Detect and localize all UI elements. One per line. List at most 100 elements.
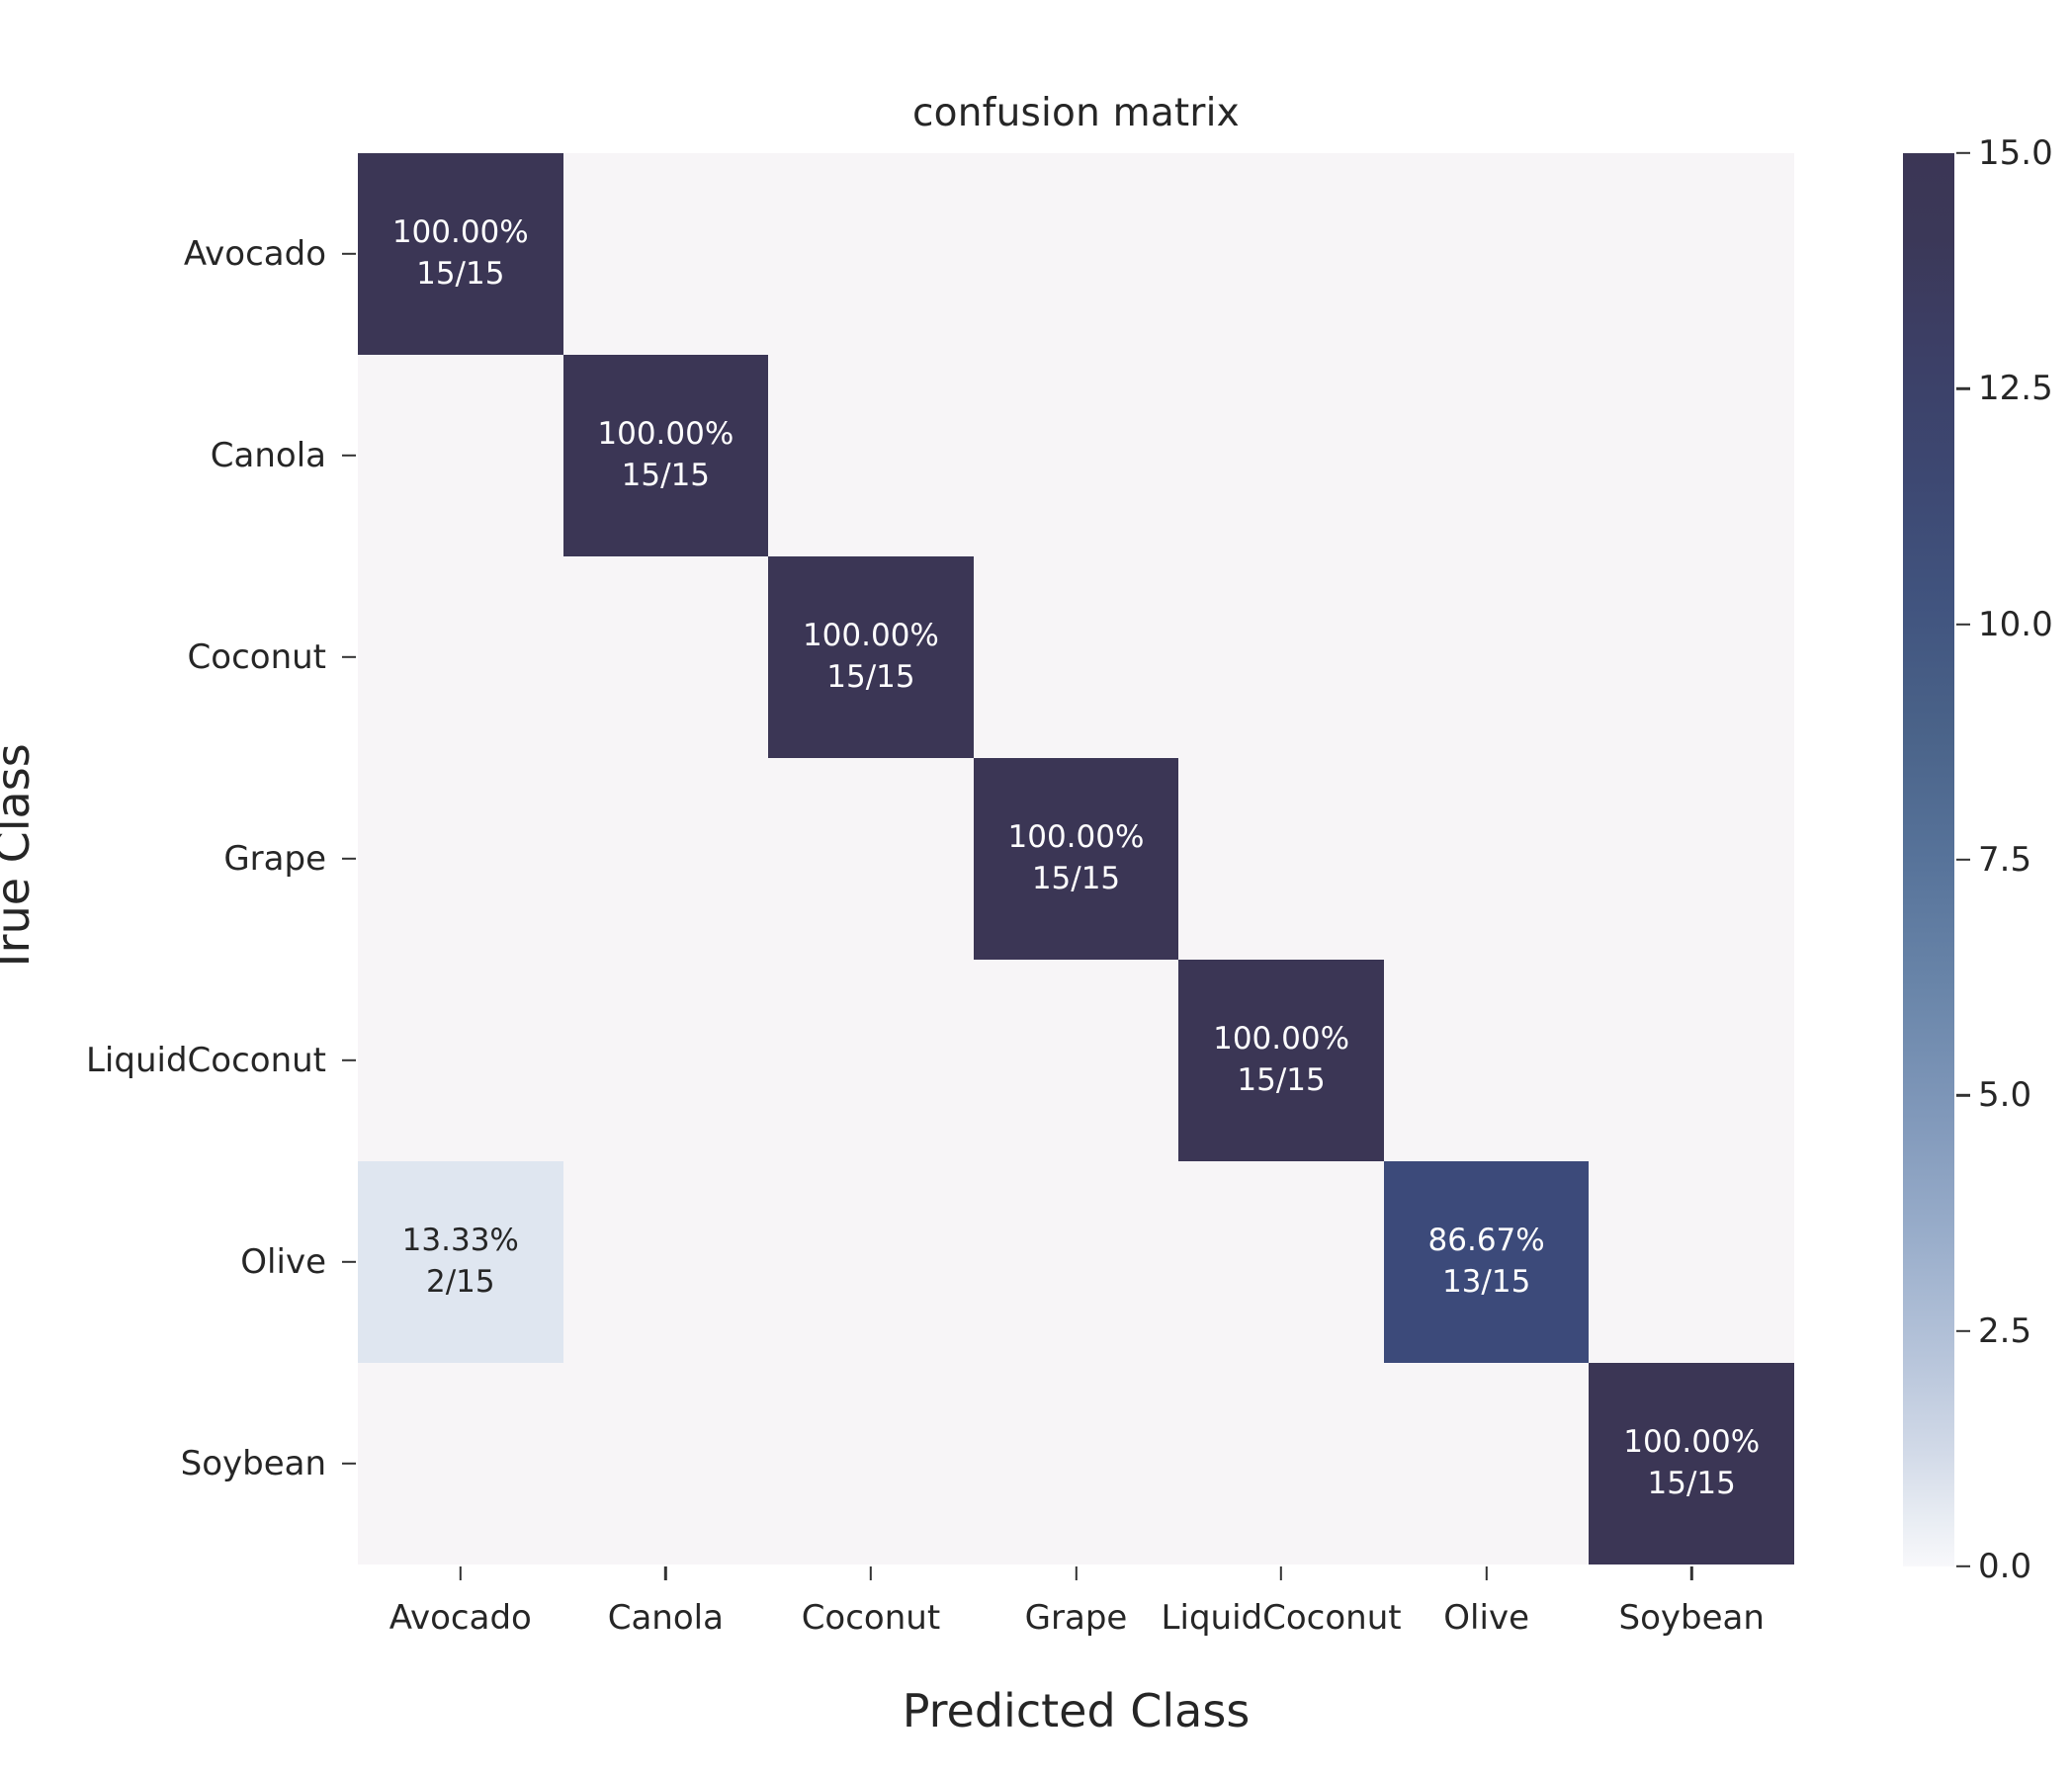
colorbar-tick-mark [1956,858,1970,862]
cell-fraction: 15/15 [1031,861,1121,896]
colorbar-tick-label: 5.0 [1978,1075,2032,1116]
heatmap-cell [562,1161,769,1363]
colorbar-tick-label: 15.0 [1978,133,2053,173]
x-axis-label: Predicted Class [902,1684,1251,1737]
cell-percent: 100.00% [1213,1021,1350,1057]
heatmap-cell: 100.00% 15/15 [1589,1363,1794,1565]
cell-fraction: 15/15 [1647,1466,1736,1501]
x-tick-mark [664,1566,667,1580]
heatmap-cell [1383,960,1590,1161]
x-tick-mark [1075,1566,1078,1580]
x-tick-mark [1690,1566,1693,1580]
heatmap-cell [973,1363,1179,1565]
heatmap-cell: 100.00% 15/15 [562,355,769,556]
y-axis-label: True Class [0,743,40,974]
cell-percent: 100.00% [1007,819,1145,856]
heatmap-cell [768,960,974,1161]
y-tick-label: Avocado [183,234,326,274]
heatmap-cell [973,355,1179,556]
cell-fraction: 13/15 [1441,1264,1531,1300]
colorbar-tick-mark [1956,387,1970,390]
colorbar-tick-mark [1956,151,1970,155]
heatmap-cell [768,1161,974,1363]
heatmap-cell [1178,153,1384,355]
y-tick-label: Olive [240,1242,326,1282]
heatmap-cell [562,556,769,758]
y-tick-label: Grape [223,839,326,879]
cell-percent: 100.00% [391,214,529,251]
heatmap-cell [358,1363,563,1565]
y-tick-label: Soybean [180,1444,326,1483]
heatmap-cell [562,153,769,355]
page-title: confusion matrix [912,91,1240,135]
y-tick-mark [342,454,356,458]
heatmap-cell [1589,1161,1794,1363]
heatmap-cell [1178,355,1384,556]
colorbar-tick-label: 0.0 [1978,1547,2032,1586]
heatmap-cell: 86.67% 13/15 [1383,1161,1590,1363]
heatmap-cell [1589,153,1794,355]
heatmap-cell [1383,355,1590,556]
y-tick-mark [342,252,356,256]
x-tick-label: Avocado [388,1598,532,1638]
x-tick-label: Canola [607,1598,724,1638]
y-tick-mark [342,655,356,659]
colorbar-gradient [1903,153,1954,1566]
x-tick-label: Coconut [801,1598,941,1638]
heatmap-cell [1589,758,1794,960]
heatmap-cell [562,758,769,960]
y-tick-mark [342,1462,356,1466]
x-tick-mark [459,1566,462,1580]
cell-percent: 100.00% [1623,1424,1761,1461]
cell-fraction: 15/15 [826,659,915,695]
colorbar-tick-mark [1956,623,1970,626]
cell-fraction: 15/15 [416,256,505,292]
y-tick-label: Canola [210,436,326,475]
x-tick-mark [869,1566,873,1580]
colorbar-tick-mark [1956,1094,1970,1097]
heatmap-cell [358,758,563,960]
heatmap-cell [562,1363,769,1565]
heatmap-cell [1383,1363,1590,1565]
y-tick-mark [342,1260,356,1264]
heatmap-cell [1178,758,1384,960]
confusion-matrix-figure: confusion matrix True Class Predicted Cl… [0,0,2072,1776]
heatmap-cell [973,153,1179,355]
cell-percent: 100.00% [597,416,734,453]
heatmap-cell: 13.33% 2/15 [358,1161,563,1363]
x-tick-label: Olive [1443,1598,1529,1638]
x-tick-label: Soybean [1618,1598,1765,1638]
heatmap-cell [768,758,974,960]
x-tick-mark [1279,1566,1283,1580]
heatmap-cell [768,153,974,355]
heatmap-cell [973,1161,1179,1363]
cell-fraction: 15/15 [621,458,711,493]
colorbar-tick-mark [1956,1329,1970,1332]
heatmap-cell [768,1363,974,1565]
heatmap-cell: 100.00% 15/15 [973,758,1179,960]
cell-percent: 100.00% [802,618,939,654]
heatmap-cell [1178,1161,1384,1363]
heatmap-cell [1383,556,1590,758]
cell-fraction: 2/15 [425,1264,495,1300]
x-tick-label: LiquidCoconut [1161,1598,1402,1638]
colorbar-tick-label: 12.5 [1978,369,2053,409]
heatmap-cell [973,960,1179,1161]
cell-percent: 13.33% [401,1223,519,1259]
colorbar-tick-label: 7.5 [1978,840,2032,880]
heatmap-cell: 100.00% 15/15 [358,153,563,355]
heatmap-grid: 100.00% 15/15 100.00% 15/15 100.00% 15/15 100.… [358,153,1794,1565]
colorbar-tick-label: 10.0 [1978,604,2053,644]
heatmap-cell [1383,758,1590,960]
heatmap-cell [358,960,563,1161]
heatmap-cell [1178,1363,1384,1565]
heatmap-cell [1383,153,1590,355]
heatmap-cell [1178,556,1384,758]
heatmap-cell [1589,355,1794,556]
colorbar-tick-mark [1956,1565,1970,1568]
y-tick-label: Coconut [187,637,326,677]
heatmap-cell [358,556,563,758]
colorbar-tick-label: 2.5 [1978,1311,2032,1351]
heatmap-cell [973,556,1179,758]
heatmap-cell [768,355,974,556]
